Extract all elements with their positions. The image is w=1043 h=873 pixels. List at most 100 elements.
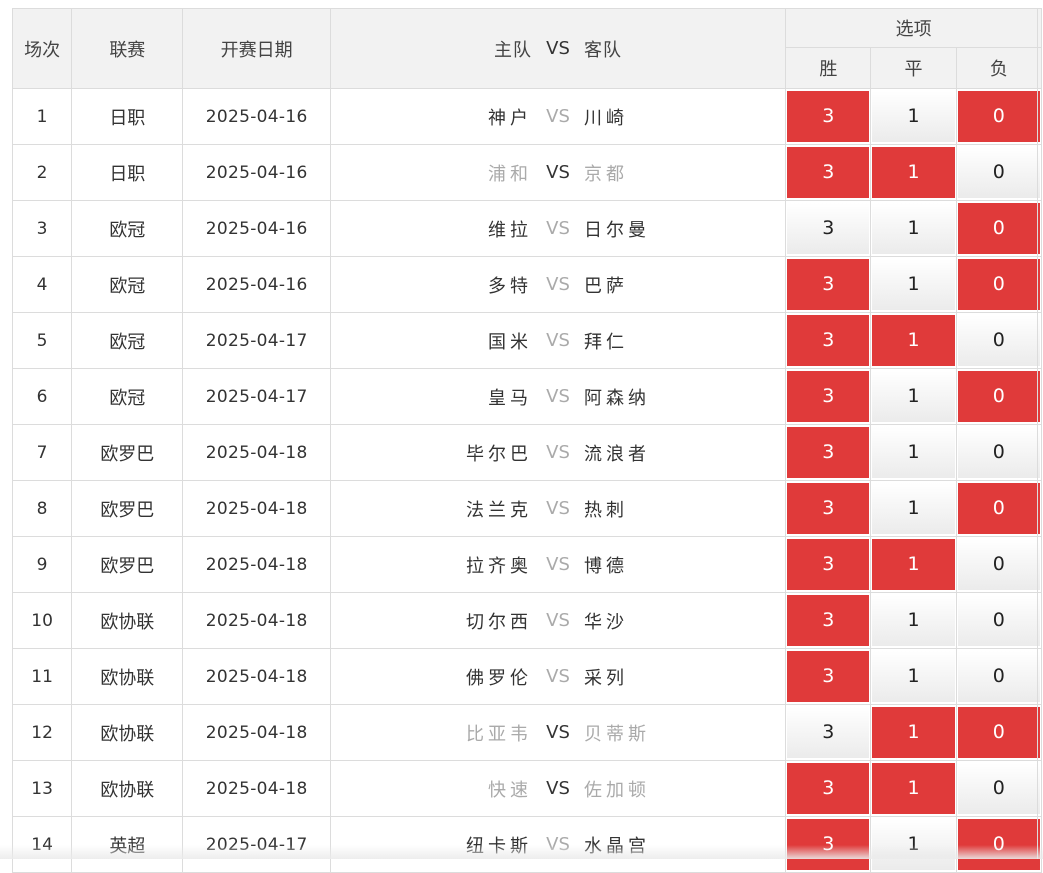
- header-match: 主队 VS 客队: [329, 8, 787, 89]
- row-league: 欧协联: [71, 760, 184, 817]
- option-win-cell: 3: [785, 200, 872, 257]
- option-lose-cell: 0: [955, 536, 1043, 593]
- row-league: 欧罗巴: [71, 424, 184, 481]
- option-draw-cell: 1: [870, 144, 957, 201]
- option-lose-button[interactable]: 0: [957, 539, 1040, 590]
- option-lose-cell: 0: [955, 368, 1043, 425]
- option-draw-button[interactable]: 1: [872, 707, 955, 758]
- table-row: 2 日职 2025-04-16 浦和 VS 京都 3 1 0: [11, 144, 1043, 201]
- header-home: 主队: [494, 39, 533, 61]
- row-no: 1: [11, 88, 73, 145]
- vs-label: VS: [546, 722, 570, 743]
- option-draw-button[interactable]: 1: [872, 595, 955, 646]
- option-lose-button[interactable]: 0: [957, 707, 1040, 758]
- header-lose: 负: [955, 47, 1043, 89]
- vs-label: VS: [546, 554, 570, 575]
- home-team: 比亚韦: [466, 723, 533, 745]
- row-no: 12: [11, 704, 73, 761]
- option-lose-button[interactable]: 0: [957, 147, 1040, 198]
- option-draw-cell: 1: [870, 592, 957, 649]
- table-row: 10 欧协联 2025-04-18 切尔西 VS 华沙 3 1 0: [11, 592, 1043, 649]
- row-league: 欧协联: [71, 704, 184, 761]
- option-win-button[interactable]: 3: [787, 483, 870, 534]
- option-draw-button[interactable]: 1: [872, 259, 955, 310]
- option-lose-button[interactable]: 0: [957, 259, 1040, 310]
- option-win-cell: 3: [785, 312, 872, 369]
- option-win-button[interactable]: 3: [787, 595, 870, 646]
- option-win-button[interactable]: 3: [787, 651, 870, 702]
- option-win-button[interactable]: 3: [787, 371, 870, 422]
- option-lose-cell: 0: [955, 648, 1043, 705]
- option-win-button[interactable]: 3: [787, 203, 870, 254]
- option-win-cell: 3: [785, 88, 872, 145]
- option-win-cell: 3: [785, 704, 872, 761]
- option-draw-button[interactable]: 1: [872, 91, 955, 142]
- away-team: 采列: [584, 667, 629, 689]
- row-league: 欧冠: [71, 256, 184, 313]
- option-draw-button[interactable]: 1: [872, 651, 955, 702]
- option-draw-button[interactable]: 1: [872, 315, 955, 366]
- option-win-button[interactable]: 3: [787, 707, 870, 758]
- vs-label: VS: [546, 778, 570, 799]
- table-row: 3 欧冠 2025-04-16 维拉 VS 日尔曼 3 1 0: [11, 200, 1043, 257]
- row-no: 11: [11, 648, 73, 705]
- option-lose-button[interactable]: 0: [957, 595, 1040, 646]
- option-lose-button[interactable]: 0: [957, 371, 1040, 422]
- option-lose-button[interactable]: 0: [957, 483, 1040, 534]
- option-lose-button[interactable]: 0: [957, 427, 1040, 478]
- option-draw-cell: 1: [870, 312, 957, 369]
- option-win-button[interactable]: 3: [787, 427, 870, 478]
- option-lose-cell: 0: [955, 144, 1043, 201]
- option-win-button[interactable]: 3: [787, 539, 870, 590]
- table-row: 8 欧罗巴 2025-04-18 法兰克 VS 热刺 3 1 0: [11, 480, 1043, 537]
- bottom-fade: [0, 845, 1043, 859]
- option-lose-button[interactable]: 0: [957, 651, 1040, 702]
- option-draw-button[interactable]: 1: [872, 371, 955, 422]
- option-win-button[interactable]: 3: [787, 147, 870, 198]
- row-match: 比亚韦 VS 贝蒂斯: [329, 704, 787, 761]
- option-lose-cell: 0: [955, 704, 1043, 761]
- match-table-container: 场次 联赛 开赛日期 主队 VS 客队 选项 胜 平 负 1 日职 2025-0…: [11, 8, 1043, 873]
- table-row: 12 欧协联 2025-04-18 比亚韦 VS 贝蒂斯 3 1 0: [11, 704, 1043, 761]
- option-lose-button[interactable]: 0: [957, 763, 1040, 814]
- row-no: 8: [11, 480, 73, 537]
- row-no: 7: [11, 424, 73, 481]
- option-win-button[interactable]: 3: [787, 91, 870, 142]
- option-win-cell: 3: [785, 536, 872, 593]
- option-draw-button[interactable]: 1: [872, 203, 955, 254]
- away-team: 日尔曼: [584, 219, 651, 241]
- option-lose-cell: 0: [955, 480, 1043, 537]
- row-league: 欧罗巴: [71, 536, 184, 593]
- table-row: 6 欧冠 2025-04-17 皇马 VS 阿森纳 3 1 0: [11, 368, 1043, 425]
- option-draw-button[interactable]: 1: [872, 763, 955, 814]
- home-team: 法兰克: [466, 499, 533, 521]
- row-league: 欧冠: [71, 200, 184, 257]
- header-no: 场次: [11, 8, 73, 89]
- away-team: 阿森纳: [584, 387, 651, 409]
- row-match: 国米 VS 拜仁: [329, 312, 787, 369]
- home-team: 神户: [488, 107, 533, 129]
- home-team: 佛罗伦: [466, 667, 533, 689]
- option-win-button[interactable]: 3: [787, 315, 870, 366]
- option-lose-button[interactable]: 0: [957, 91, 1040, 142]
- option-draw-cell: 1: [870, 704, 957, 761]
- option-draw-button[interactable]: 1: [872, 427, 955, 478]
- row-date: 2025-04-17: [182, 368, 331, 425]
- row-league: 欧协联: [71, 592, 184, 649]
- away-team: 博德: [584, 555, 629, 577]
- option-lose-cell: 0: [955, 592, 1043, 649]
- row-no: 2: [11, 144, 73, 201]
- header-win: 胜: [785, 47, 872, 89]
- option-draw-button[interactable]: 1: [872, 483, 955, 534]
- header-date: 开赛日期: [182, 8, 331, 89]
- row-league: 欧冠: [71, 368, 184, 425]
- option-draw-button[interactable]: 1: [872, 147, 955, 198]
- option-win-button[interactable]: 3: [787, 259, 870, 310]
- option-win-button[interactable]: 3: [787, 763, 870, 814]
- option-draw-cell: 1: [870, 88, 957, 145]
- header-away: 客队: [584, 39, 623, 61]
- option-lose-button[interactable]: 0: [957, 315, 1040, 366]
- option-lose-button[interactable]: 0: [957, 203, 1040, 254]
- option-draw-button[interactable]: 1: [872, 539, 955, 590]
- row-match: 拉齐奥 VS 博德: [329, 536, 787, 593]
